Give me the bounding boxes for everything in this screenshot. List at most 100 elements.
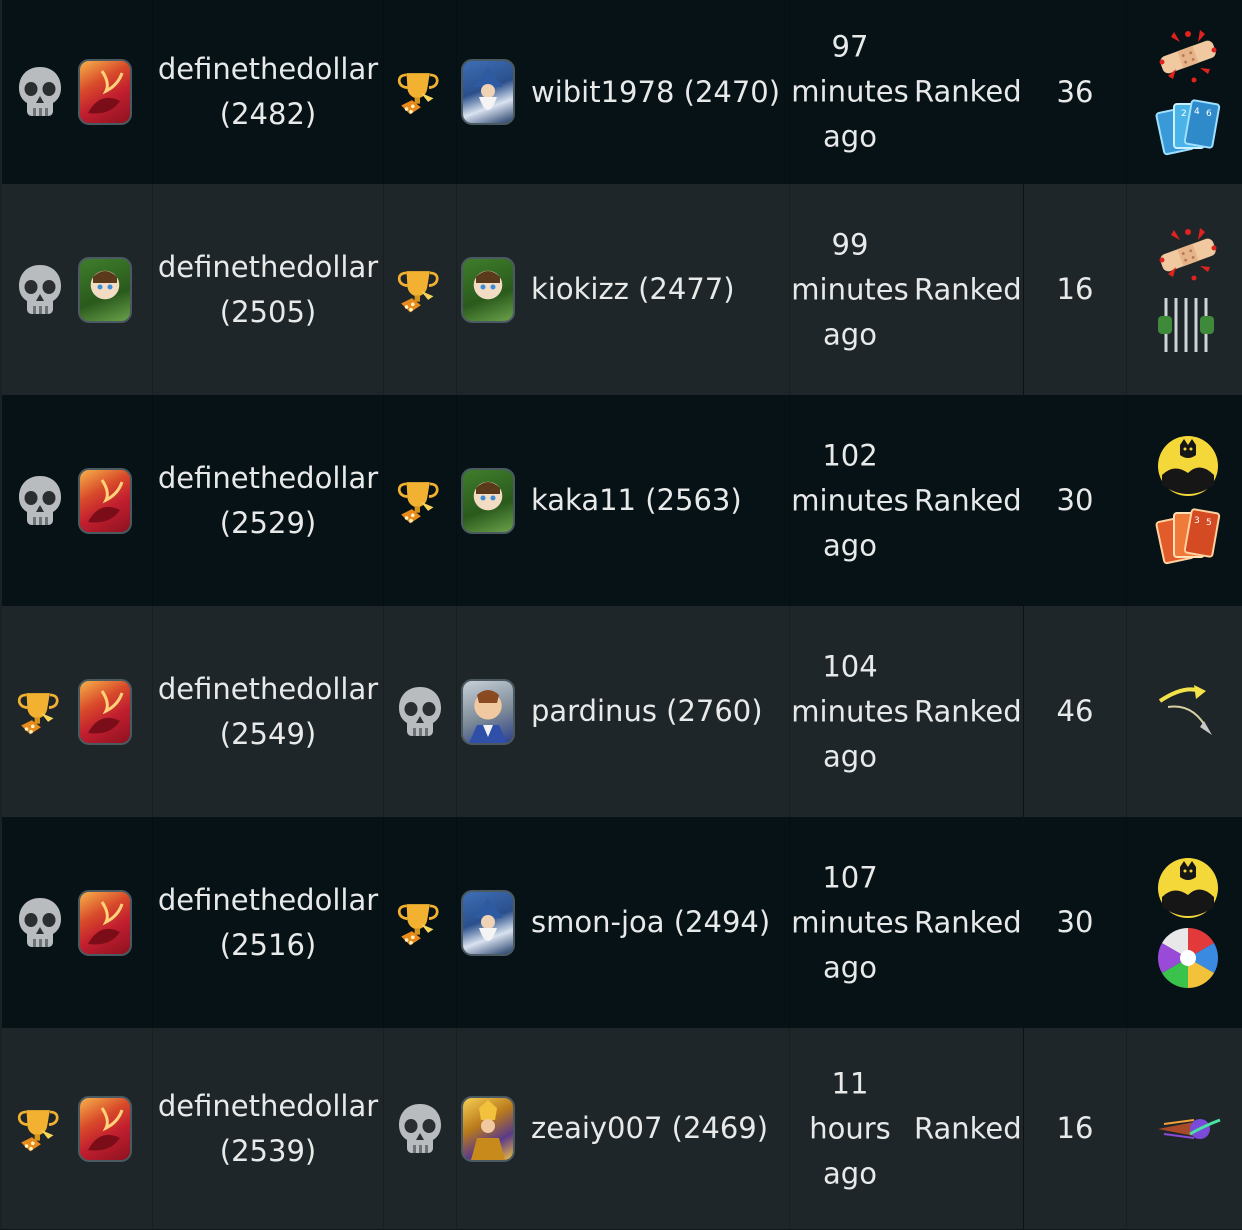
- comet-icon: [1154, 1098, 1222, 1160]
- table-row[interactable]: definethedollar (2539) zeaiy007 (2469) 11…: [0, 1028, 1242, 1229]
- trophy-icon: [14, 686, 66, 738]
- time-type-cell: 102 minutes ago Ranked: [789, 395, 1024, 606]
- turns-cell: 16: [1023, 1028, 1127, 1229]
- elements-wheel-icon: [1154, 927, 1222, 989]
- opponent-cell[interactable]: smon-joa (2494): [456, 817, 790, 1028]
- opponent-name[interactable]: zeaiy007 (2469): [531, 1106, 768, 1151]
- battle-history-table: definethedollar (2482) wibit1978 (2470) 9…: [0, 0, 1242, 1229]
- rules-cell: [1126, 184, 1242, 395]
- turns-cell: 30: [1023, 817, 1127, 1028]
- opponent-name[interactable]: kaka11 (2563): [531, 478, 742, 523]
- opponent-avatar[interactable]: [461, 256, 515, 323]
- turns-cell: 16: [1023, 184, 1127, 395]
- time-ago: 97 minutes ago: [791, 29, 909, 154]
- rules-cell: [1126, 1028, 1242, 1229]
- opponent-result-cell: [383, 606, 457, 817]
- skull-icon: [14, 475, 66, 527]
- svg-text:6: 6: [1206, 109, 1212, 119]
- player-avatar[interactable]: [78, 889, 132, 956]
- skull-icon: [14, 897, 66, 949]
- rules-cell: 246: [1126, 0, 1242, 184]
- time-type-cell: 107 minutes ago Ranked: [789, 817, 1024, 1028]
- svg-text:5: 5: [1206, 518, 1212, 528]
- blue-cards-icon: 246: [1154, 96, 1222, 158]
- cage-icon: [1154, 294, 1222, 356]
- player-name-cell[interactable]: definethedollar (2549): [152, 606, 384, 817]
- turn-count: 46: [1056, 694, 1094, 728]
- opponent-cell[interactable]: zeaiy007 (2469): [456, 1028, 790, 1229]
- rules-cell: 35: [1126, 395, 1242, 606]
- time-ago: 107 minutes ago: [791, 860, 909, 984]
- opponent-cell[interactable]: kaka11 (2563): [456, 395, 790, 606]
- rules-cell: [1126, 817, 1242, 1028]
- opponent-name[interactable]: pardinus (2760): [531, 689, 763, 734]
- opponent-name[interactable]: kiokizz (2477): [531, 267, 735, 312]
- match-type: Ranked: [914, 74, 1022, 109]
- player-name[interactable]: definethedollar (2549): [153, 667, 383, 757]
- player-cell: [0, 817, 153, 1028]
- time-type-cell: 104 minutes ago Ranked: [789, 606, 1024, 817]
- player-name[interactable]: definethedollar (2482): [153, 47, 383, 137]
- player-name[interactable]: definethedollar (2505): [153, 245, 383, 335]
- opponent-result-cell: [383, 817, 457, 1028]
- turn-count: 16: [1056, 1111, 1094, 1145]
- player-name-cell[interactable]: definethedollar (2505): [152, 184, 384, 395]
- time-ago: 104 minutes ago: [791, 649, 909, 773]
- opponent-result-cell: [383, 184, 457, 395]
- spark-arrow-icon: [1154, 681, 1222, 743]
- player-name[interactable]: definethedollar (2539): [153, 1084, 383, 1174]
- match-type: Ranked: [914, 272, 1022, 306]
- opponent-result-cell: [383, 0, 457, 184]
- opponent-name[interactable]: wibit1978 (2470): [531, 70, 780, 115]
- svg-text:4: 4: [1194, 107, 1200, 117]
- player-name-cell[interactable]: definethedollar (2482): [152, 0, 384, 184]
- player-name[interactable]: definethedollar (2516): [153, 878, 383, 968]
- opponent-avatar[interactable]: [461, 467, 515, 534]
- table-row[interactable]: definethedollar (2516) smon-joa (2494) 10…: [0, 817, 1242, 1028]
- time-type-cell: 97 minutes ago Ranked: [789, 0, 1024, 184]
- opponent-name[interactable]: smon-joa (2494): [531, 900, 770, 945]
- player-avatar[interactable]: [78, 1095, 132, 1162]
- skull-icon: [14, 66, 66, 118]
- player-name[interactable]: definethedollar (2529): [153, 456, 383, 546]
- opponent-cell[interactable]: pardinus (2760): [456, 606, 790, 817]
- player-name-cell[interactable]: definethedollar (2539): [152, 1028, 384, 1229]
- trophy-icon: [394, 897, 446, 949]
- table-row[interactable]: definethedollar (2549) pardinus (2760) 10…: [0, 606, 1242, 817]
- player-avatar[interactable]: [78, 467, 132, 534]
- time-type-cell: 11 hours ago Ranked: [789, 1028, 1024, 1229]
- turn-count: 30: [1056, 483, 1094, 517]
- table-row[interactable]: definethedollar (2482) wibit1978 (2470) 9…: [0, 0, 1242, 184]
- opponent-avatar[interactable]: [461, 889, 515, 956]
- trophy-icon: [394, 66, 446, 118]
- opponent-cell[interactable]: wibit1978 (2470): [456, 0, 790, 184]
- match-type: Ranked: [914, 905, 1022, 939]
- moon-beasts-icon: [1154, 435, 1222, 497]
- trophy-icon: [394, 264, 446, 316]
- opponent-avatar[interactable]: [461, 1095, 515, 1162]
- opponent-avatar[interactable]: [461, 678, 515, 745]
- bandage-icon: [1154, 224, 1222, 286]
- time-type-cell: 99 minutes ago Ranked: [789, 184, 1024, 395]
- opponent-avatar[interactable]: [461, 59, 515, 125]
- player-cell: [0, 395, 153, 606]
- player-name-cell[interactable]: definethedollar (2529): [152, 395, 384, 606]
- player-avatar[interactable]: [78, 678, 132, 745]
- player-name-cell[interactable]: definethedollar (2516): [152, 817, 384, 1028]
- trophy-icon: [394, 475, 446, 527]
- red-cards-icon: 35: [1154, 505, 1222, 567]
- time-ago: 102 minutes ago: [791, 438, 909, 562]
- skull-icon: [394, 1103, 446, 1155]
- rules-cell: [1126, 606, 1242, 817]
- table-row[interactable]: definethedollar (2529) kaka11 (2563) 102 m…: [0, 395, 1242, 606]
- opponent-cell[interactable]: kiokizz (2477): [456, 184, 790, 395]
- turn-count: 30: [1056, 905, 1094, 939]
- turns-cell: 36: [1023, 0, 1127, 184]
- table-row[interactable]: definethedollar (2505) kiokizz (2477) 99 m…: [0, 184, 1242, 395]
- opponent-result-cell: [383, 395, 457, 606]
- player-cell: [0, 0, 153, 184]
- player-avatar[interactable]: [78, 256, 132, 323]
- player-cell: [0, 1028, 153, 1229]
- moon-beasts-icon: [1154, 857, 1222, 919]
- player-avatar[interactable]: [78, 59, 132, 125]
